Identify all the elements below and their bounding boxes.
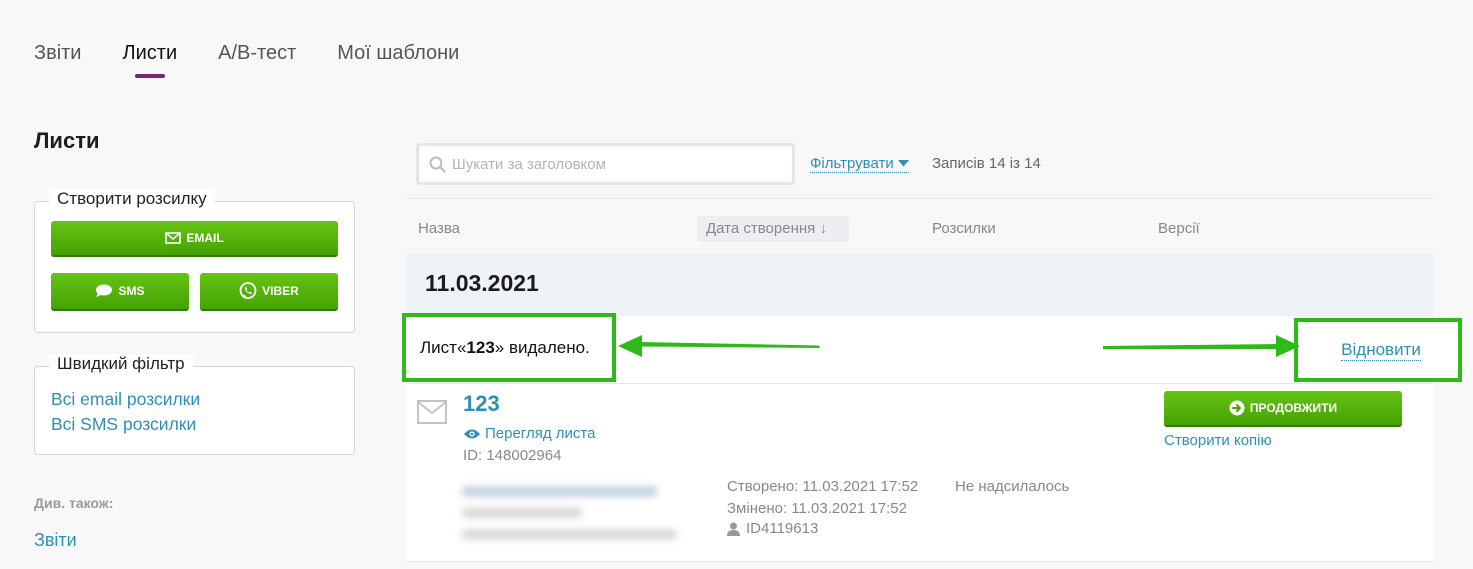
search-input[interactable] — [452, 155, 772, 173]
user-icon — [727, 522, 740, 536]
deleted-notice-message: Лист« 123» видалено. — [402, 313, 616, 382]
see-also-label: Див. також: — [34, 495, 114, 511]
tab-letters[interactable]: Листи — [122, 42, 177, 78]
deleted-notice-suffix: » видалено. — [494, 337, 590, 357]
chat-bubble-icon — [95, 284, 113, 298]
preview-letter-link[interactable]: Перегляд листа — [463, 425, 595, 442]
create-sms-button[interactable]: SMS — [51, 273, 189, 311]
continue-label: ПРОДОВЖИТИ — [1249, 401, 1338, 415]
search-box — [416, 143, 795, 185]
column-header-date[interactable]: Дата створення ↓ — [697, 216, 849, 242]
create-copy-link[interactable]: Створити копію — [1164, 432, 1272, 449]
created-date: Створено: 11.03.2021 17:52 — [727, 478, 919, 495]
caret-down-icon — [897, 160, 909, 167]
tab-ab-test[interactable]: A/B-тест — [218, 42, 296, 75]
top-tabs: Звіти Листи A/B-тест Мої шаблони — [34, 42, 459, 78]
letter-title-link[interactable]: 123 — [463, 391, 500, 417]
create-mailing-box: Створити розсилку EMAIL SMS VIBER — [34, 189, 355, 333]
filter-all-sms-link[interactable]: Всі SMS розсилки — [51, 412, 200, 437]
filter-dropdown[interactable]: Фільтрувати — [810, 155, 909, 173]
blurred-sender-line — [462, 530, 677, 539]
search-icon — [429, 156, 446, 173]
create-viber-button[interactable]: VIBER — [200, 273, 338, 311]
eye-icon — [463, 428, 481, 440]
tab-reports[interactable]: Звіти — [34, 42, 81, 75]
author-id: ID4119613 — [746, 520, 819, 537]
group-date: 11.03.2021 — [425, 270, 539, 296]
quick-filter-box: Швидкий фільтр Всі email розсилки Всі SM… — [34, 354, 355, 455]
restore-link[interactable]: Відновити — [1341, 340, 1421, 361]
deleted-letter-name: 123 — [466, 337, 495, 357]
create-viber-label: VIBER — [262, 284, 299, 298]
date-group-row: 11.03.2021 — [406, 253, 1434, 316]
column-header-name[interactable]: Назва — [418, 220, 460, 237]
quick-filter-links: Всі email розсилки Всі SMS розсилки — [51, 387, 200, 437]
create-email-label: EMAIL — [186, 231, 224, 245]
modified-date: Змінено: 11.03.2021 17:52 — [727, 500, 907, 517]
quick-filter-legend: Швидкий фільтр — [49, 354, 193, 374]
deleted-notice-prefix: Лист« — [420, 337, 467, 357]
envelope-outline-icon — [417, 400, 447, 429]
create-sms-label: SMS — [118, 284, 145, 298]
create-mailing-legend: Створити розсилку — [49, 189, 215, 209]
continue-button[interactable]: ПРОДОВЖИТИ — [1164, 391, 1402, 427]
create-email-button[interactable]: EMAIL — [51, 221, 338, 257]
preview-letter-label: Перегляд листа — [485, 425, 596, 442]
see-also-reports-link[interactable]: Звіти — [34, 530, 77, 551]
letter-id: ID: 148002964 — [463, 447, 562, 464]
records-count: Записів 14 із 14 — [932, 155, 1041, 172]
viber-icon — [239, 282, 257, 300]
send-status: Не надсилалось — [955, 478, 1070, 495]
arrow-circle-right-icon — [1229, 400, 1245, 416]
envelope-icon — [165, 232, 182, 244]
column-header-versions: Версії — [1158, 220, 1200, 237]
filter-all-email-link[interactable]: Всі email розсилки — [51, 387, 200, 412]
column-header-mailings: Розсилки — [932, 220, 996, 237]
blurred-sender-line — [462, 508, 582, 517]
restore-highlight: Відновити — [1294, 318, 1462, 382]
author-info: ID4119613 — [727, 520, 818, 537]
page-title: Листи — [34, 128, 100, 153]
divider — [406, 198, 1434, 199]
tab-my-templates[interactable]: Мої шаблони — [337, 42, 459, 75]
blurred-sender-line — [462, 487, 657, 496]
filter-label: Фільтрувати — [810, 155, 894, 172]
